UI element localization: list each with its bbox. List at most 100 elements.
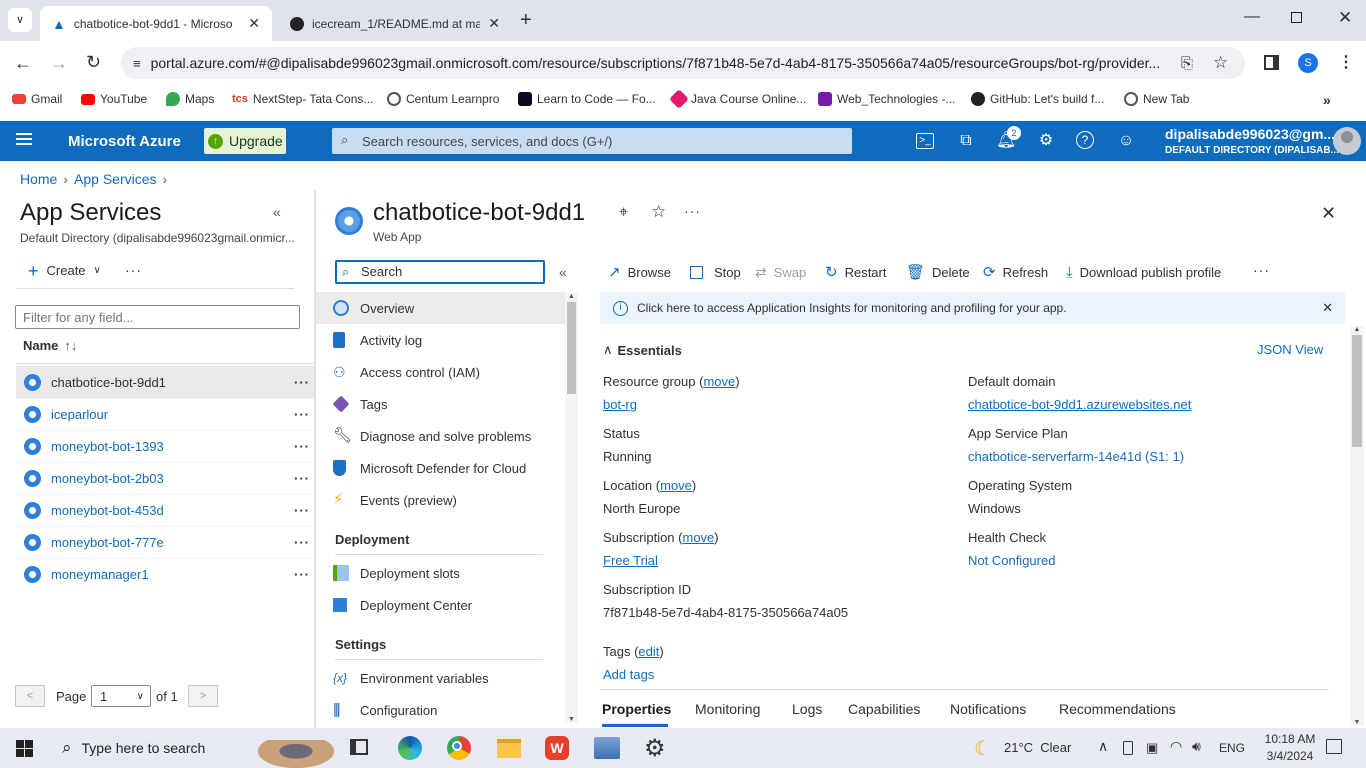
delete-button[interactable]: 🗑︎ Delete [906, 263, 970, 281]
list-item-app[interactable]: moneybot-bot-2b03 ··· [16, 462, 314, 494]
row-more-icon[interactable]: ··· [294, 503, 310, 518]
language-indicator[interactable]: ENG [1219, 741, 1245, 755]
directory-filter-icon[interactable]: ⧉ [956, 131, 976, 151]
scroll-up-arrow-icon[interactable]: ▲ [565, 293, 578, 300]
bookmark-freecodecamp[interactable]: Learn to Code — Fo... [518, 92, 656, 106]
tab-properties[interactable]: Properties [602, 701, 671, 717]
favorite-star-icon[interactable]: ☆ [651, 202, 666, 222]
url-text[interactable]: portal.azure.com/#@dipalisabde996023gmai… [151, 55, 1171, 71]
wps-office-icon[interactable]: W [545, 736, 569, 760]
tab-capabilities[interactable]: Capabilities [848, 701, 920, 717]
account-name[interactable]: dipalisabde996023@gm... [1165, 126, 1335, 142]
edit-tags-link[interactable]: edit [638, 644, 659, 659]
stop-button[interactable]: Stop [690, 263, 741, 281]
json-view-link[interactable]: JSON View [1257, 342, 1323, 357]
scroll-down-arrow-icon[interactable]: ▼ [565, 716, 578, 723]
row-more-icon[interactable]: ··· [294, 567, 310, 582]
list-item-app[interactable]: moneybot-bot-777e ··· [16, 526, 314, 558]
notification-center-icon[interactable] [1326, 739, 1342, 754]
cloud-shell-icon[interactable]: >_ [916, 133, 934, 149]
close-tab-icon[interactable]: ✕ [248, 15, 260, 32]
menu-item-activity-log[interactable]: Activity log [333, 324, 565, 356]
menu-item-defender[interactable]: Microsoft Defender for Cloud [333, 452, 565, 484]
bookmark-tcs[interactable]: tcs NextStep- Tata Cons... [232, 92, 373, 106]
browser-menu-icon[interactable]: ⋮ [1338, 52, 1354, 72]
install-app-icon[interactable]: ⎘ [1181, 55, 1193, 72]
bookmark-new-tab[interactable]: New Tab [1124, 92, 1189, 106]
profile-avatar[interactable]: S [1298, 53, 1318, 73]
bookmark-centum[interactable]: Centum Learnpro [387, 92, 499, 106]
menu-item-environment-variables[interactable]: {x} Environment variables [333, 662, 565, 694]
menu-scroll-thumb[interactable] [567, 302, 576, 394]
content-scroll-thumb[interactable] [1352, 335, 1362, 447]
menu-item-tags[interactable]: Tags [332, 388, 565, 420]
move-subscription-link[interactable]: move [683, 530, 715, 545]
minimize-window-icon[interactable]: — [1244, 8, 1260, 26]
network-icon[interactable]: ▣ [1146, 740, 1158, 756]
health-check-link[interactable]: Not Configured [968, 553, 1055, 568]
tab-search-chevron-icon[interactable]: ∨ [8, 8, 32, 32]
more-options-icon[interactable]: ··· [684, 203, 701, 219]
windows-start-icon[interactable] [16, 740, 33, 757]
menu-item-diagnose[interactable]: 🔧︎ Diagnose and solve problems [333, 420, 565, 452]
menu-item-iam[interactable]: ⚇ Access control (IAM) [333, 356, 565, 388]
sidebar-toggle-icon[interactable] [1264, 55, 1279, 70]
pin-icon[interactable]: ⌖ [619, 204, 628, 222]
list-item-app[interactable]: moneymanager1 ··· [16, 558, 314, 590]
tab-recommendations[interactable]: Recommendations [1059, 701, 1176, 717]
wifi-icon[interactable]: ◠ [1170, 738, 1182, 755]
list-item-app[interactable]: chatbotice-bot-9dd1 ··· [16, 366, 314, 398]
menu-item-configuration[interactable]: ||| Configuration [333, 694, 565, 726]
row-more-icon[interactable]: ··· [294, 439, 310, 454]
restore-window-icon[interactable] [1291, 12, 1302, 23]
bookmark-star-icon[interactable]: ☆ [1213, 53, 1228, 73]
battery-icon[interactable] [1123, 741, 1133, 755]
close-window-icon[interactable]: ✕ [1338, 8, 1352, 28]
close-tab-icon[interactable]: ✕ [488, 15, 500, 32]
weather-text[interactable]: 21°C Clear [1004, 740, 1071, 755]
more-options-icon[interactable]: ··· [125, 262, 142, 278]
new-tab-plus-icon[interactable]: + [520, 10, 532, 30]
menu-item-deployment-slots[interactable]: Deployment slots [333, 557, 565, 589]
browse-button[interactable]: ↗ Browse [608, 263, 671, 281]
app-insights-banner[interactable]: i Click here to access Application Insig… [600, 292, 1345, 324]
download-publish-profile-button[interactable]: ⤓ Download publish profile [1066, 263, 1221, 281]
scroll-down-arrow-icon[interactable]: ▼ [1350, 719, 1364, 726]
breadcrumb-app-services[interactable]: App Services [74, 171, 156, 187]
default-domain-link[interactable]: chatbotice-bot-9dd1.azurewebsites.net [968, 397, 1191, 412]
more-bookmarks-chevron-icon[interactable]: » [1323, 92, 1331, 108]
edge-browser-icon[interactable] [398, 736, 422, 760]
azure-brand[interactable]: Microsoft Azure [68, 133, 181, 150]
name-column-header[interactable]: Name ↑↓ [23, 338, 77, 353]
show-hidden-icons-chevron-icon[interactable]: ∧ [1098, 738, 1108, 755]
clock-time[interactable]: 10:18 AM [1259, 732, 1321, 746]
create-button[interactable]: + Create ∨ [28, 262, 101, 280]
row-more-icon[interactable]: ··· [294, 407, 310, 422]
list-item-app[interactable]: iceparlour ··· [16, 398, 314, 430]
content-scrollbar[interactable]: ▲ ▼ [1350, 326, 1364, 726]
close-blade-icon[interactable]: ✕ [1321, 203, 1336, 224]
restart-button[interactable]: ↻ Restart [825, 263, 886, 281]
chrome-browser-icon[interactable] [447, 736, 471, 760]
collapse-menu-icon[interactable]: « [559, 264, 567, 280]
swap-button[interactable]: ⇄ Swap [755, 263, 806, 281]
control-panel-icon[interactable] [594, 737, 620, 759]
scroll-up-arrow-icon[interactable]: ▲ [1350, 326, 1364, 333]
browser-tab-azure[interactable]: ▲ chatbotice-bot-9dd1 - Microso ✕ [40, 6, 272, 41]
next-page-button[interactable]: > [188, 685, 218, 707]
resource-group-link[interactable]: bot-rg [603, 397, 637, 412]
filter-input[interactable] [15, 305, 300, 329]
browser-tab-github[interactable]: icecream_1/README.md at ma ✕ [278, 6, 512, 41]
tab-monitoring[interactable]: Monitoring [695, 701, 760, 717]
breadcrumb-home[interactable]: Home [20, 171, 57, 187]
address-bar[interactable]: ≡ portal.azure.com/#@dipalisabde996023gm… [121, 47, 1245, 79]
global-search-input[interactable]: ⌕ Search resources, services, and docs (… [332, 128, 852, 154]
row-more-icon[interactable]: ··· [294, 375, 310, 390]
row-more-icon[interactable]: ··· [294, 535, 310, 550]
account-avatar[interactable] [1333, 127, 1361, 155]
task-view-icon[interactable] [350, 739, 368, 755]
reload-icon[interactable]: ↻ [86, 52, 101, 73]
list-item-app[interactable]: moneybot-bot-1393 ··· [16, 430, 314, 462]
bookmark-youtube[interactable]: YouTube [81, 92, 147, 106]
help-question-icon[interactable]: ? [1076, 131, 1094, 149]
